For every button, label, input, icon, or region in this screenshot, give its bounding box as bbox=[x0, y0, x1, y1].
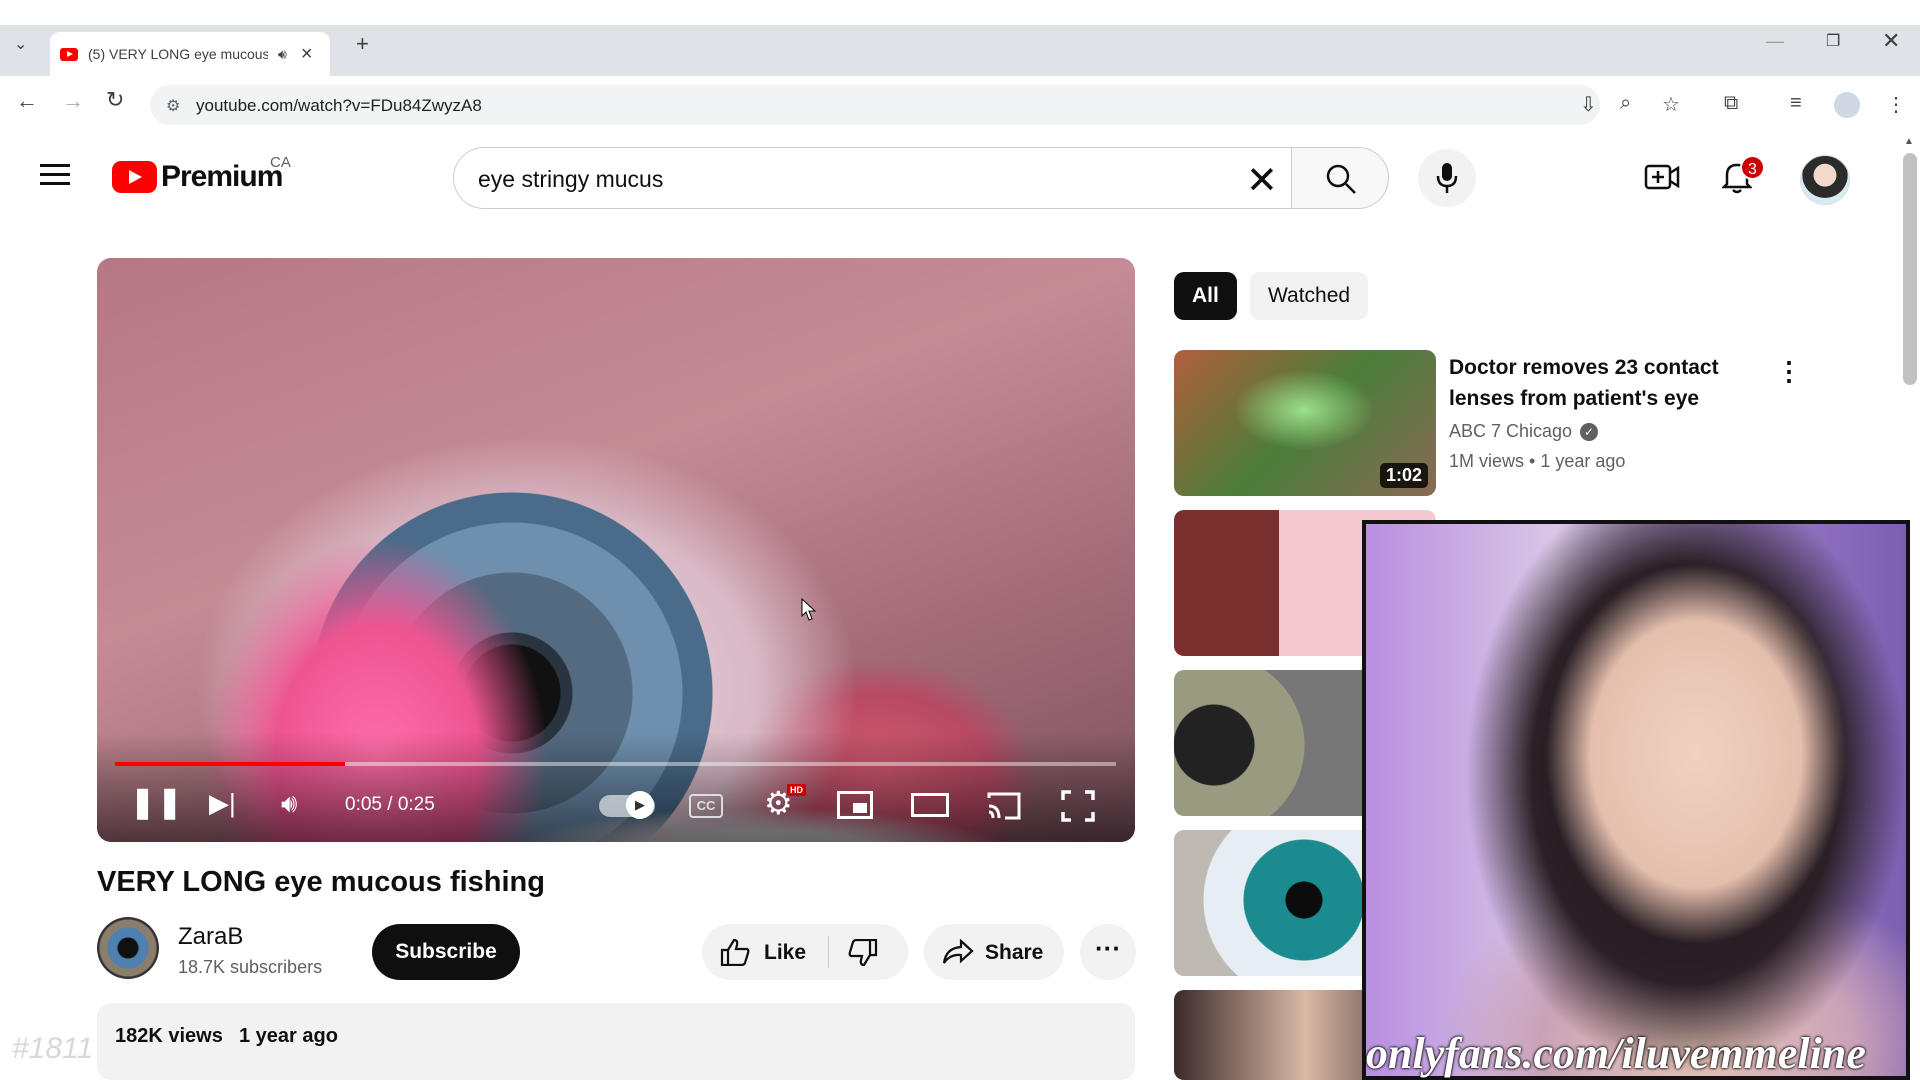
new-tab-icon[interactable]: + bbox=[356, 31, 369, 57]
media-controls-icon[interactable]: ≡ bbox=[1790, 92, 1802, 115]
zoom-icon[interactable]: ⌕ bbox=[1620, 92, 1631, 115]
reload-icon[interactable]: ↻ bbox=[106, 87, 124, 113]
video-duration: 1:02 bbox=[1379, 463, 1428, 488]
like-dislike-group: Like bbox=[702, 924, 908, 980]
minimize-icon[interactable]: — bbox=[1766, 31, 1784, 52]
back-icon[interactable]: ← bbox=[16, 88, 38, 114]
channel-avatar[interactable] bbox=[97, 917, 159, 979]
browser-menu-icon[interactable]: ⋮ bbox=[1886, 92, 1906, 117]
webcam-overlay bbox=[1362, 520, 1910, 1080]
recommendation-channel[interactable]: ABC 7 Chicago ✓ bbox=[1449, 421, 1599, 442]
description-box[interactable]: 182K views 1 year ago bbox=[97, 1003, 1135, 1080]
tab-title: (5) VERY LONG eye mucous fishing bbox=[88, 46, 268, 62]
share-button[interactable]: Share bbox=[924, 924, 1064, 980]
clear-icon[interactable]: ✕ bbox=[1246, 158, 1278, 203]
hamburger-menu-icon[interactable] bbox=[40, 164, 70, 186]
stream-tag: #1811 bbox=[12, 1032, 94, 1065]
miniplayer-inner bbox=[853, 803, 867, 813]
youtube-play-logo-icon bbox=[112, 161, 157, 193]
voice-search-button[interactable] bbox=[1418, 149, 1476, 207]
address-bar[interactable]: ⚙︎ youtube.com/watch?v=FDu84ZwyzA8 bbox=[150, 85, 1600, 125]
recommendation-thumbnail[interactable]: 1:02 bbox=[1174, 350, 1436, 496]
install-app-icon[interactable]: ⇩ bbox=[1580, 92, 1597, 117]
controls-gradient bbox=[97, 732, 1135, 842]
extensions-icon[interactable]: ⧉ bbox=[1724, 92, 1738, 115]
tab-search-icon[interactable]: ⌄ bbox=[14, 34, 27, 54]
autoplay-toggle[interactable] bbox=[599, 791, 655, 819]
youtube-favicon-icon bbox=[60, 47, 78, 61]
scroll-up-arrow-icon[interactable]: ▲ bbox=[1904, 136, 1914, 147]
profile-icon[interactable] bbox=[1834, 92, 1860, 118]
volume-icon[interactable]: 🔊︎ bbox=[281, 788, 297, 818]
mic-icon bbox=[1436, 163, 1458, 193]
view-count: 182K views bbox=[115, 1025, 223, 1047]
search-icon bbox=[1326, 164, 1356, 194]
recommendation-title[interactable]: Doctor removes 23 contact lenses from pa… bbox=[1449, 352, 1749, 414]
like-button[interactable]: Like bbox=[764, 941, 806, 965]
like-separator bbox=[828, 936, 829, 968]
subtitles-button[interactable]: CC bbox=[689, 794, 723, 818]
fullscreen-icon[interactable] bbox=[1061, 790, 1095, 822]
bookmark-star-icon[interactable]: ☆ bbox=[1662, 92, 1680, 117]
search-box[interactable] bbox=[453, 147, 1291, 209]
share-icon bbox=[942, 939, 974, 964]
recommendation-channel-name: ABC 7 Chicago bbox=[1449, 421, 1573, 441]
create-video-icon[interactable] bbox=[1644, 162, 1680, 192]
publish-date: 1 year ago bbox=[239, 1025, 338, 1047]
tab-close-icon[interactable]: × bbox=[301, 43, 313, 66]
mouse-cursor-icon bbox=[801, 598, 817, 621]
hd-badge: HD bbox=[787, 784, 806, 796]
progress-played bbox=[115, 762, 346, 766]
channel-name[interactable]: ZaraB bbox=[178, 923, 243, 951]
window-top-strip bbox=[0, 0, 1920, 25]
youtube-premium-logo[interactable]: Premium bbox=[112, 160, 283, 194]
account-avatar[interactable] bbox=[1800, 155, 1850, 205]
notification-badge: 3 bbox=[1740, 155, 1765, 180]
progress-bar[interactable] bbox=[115, 762, 1116, 766]
like-icon[interactable] bbox=[720, 938, 750, 966]
logo-word: Premium bbox=[161, 160, 283, 193]
video-player[interactable]: ❚❚ ▶| 🔊︎ 0:05 / 0:25 CC ⚙︎ HD bbox=[97, 258, 1135, 842]
pause-icon[interactable]: ❚❚ bbox=[130, 788, 184, 818]
next-icon[interactable]: ▶| bbox=[209, 788, 236, 818]
recommendation-meta: 1M views • 1 year ago bbox=[1449, 451, 1626, 471]
region-code: CA bbox=[270, 154, 291, 171]
tab-audio-icon[interactable]: 🔊︎ bbox=[278, 46, 287, 63]
verified-icon: ✓ bbox=[1580, 422, 1599, 441]
tab-strip: ⌄ (5) VERY LONG eye mucous fishing 🔊︎ × … bbox=[0, 25, 1920, 76]
site-info-icon[interactable]: ⚙︎ bbox=[166, 96, 180, 116]
dislike-icon[interactable] bbox=[848, 939, 878, 967]
subscribe-button[interactable]: Subscribe bbox=[372, 924, 520, 980]
recommendation-menu-icon[interactable]: ⋮ bbox=[1776, 356, 1802, 387]
theater-icon[interactable] bbox=[911, 793, 949, 817]
search-button[interactable] bbox=[1291, 147, 1389, 209]
miniplayer-icon[interactable] bbox=[837, 791, 873, 819]
search-input[interactable] bbox=[478, 162, 1178, 196]
page-scrollbar[interactable] bbox=[1903, 153, 1917, 385]
chip-watched[interactable]: Watched bbox=[1250, 272, 1369, 320]
time-display: 0:05 / 0:25 bbox=[345, 794, 435, 815]
restore-icon[interactable]: ❐ bbox=[1826, 31, 1840, 51]
cast-icon[interactable] bbox=[985, 790, 1023, 822]
more-icon[interactable]: ··· bbox=[1080, 924, 1136, 980]
webcam-watermark-text: onlyfans.com/iluvemmeline bbox=[1366, 1029, 1866, 1078]
subscriber-count: 18.7K subscribers bbox=[178, 957, 323, 977]
video-title: VERY LONG eye mucous fishing bbox=[97, 866, 545, 898]
forward-icon[interactable]: → bbox=[62, 88, 84, 114]
window-close-icon[interactable]: ✕ bbox=[1882, 28, 1900, 54]
url-text[interactable]: youtube.com/watch?v=FDu84ZwyzA8 bbox=[196, 96, 482, 116]
chip-all[interactable]: All bbox=[1174, 272, 1237, 320]
share-label: Share bbox=[985, 941, 1044, 964]
active-tab[interactable]: (5) VERY LONG eye mucous fishing 🔊︎ × bbox=[50, 32, 330, 76]
